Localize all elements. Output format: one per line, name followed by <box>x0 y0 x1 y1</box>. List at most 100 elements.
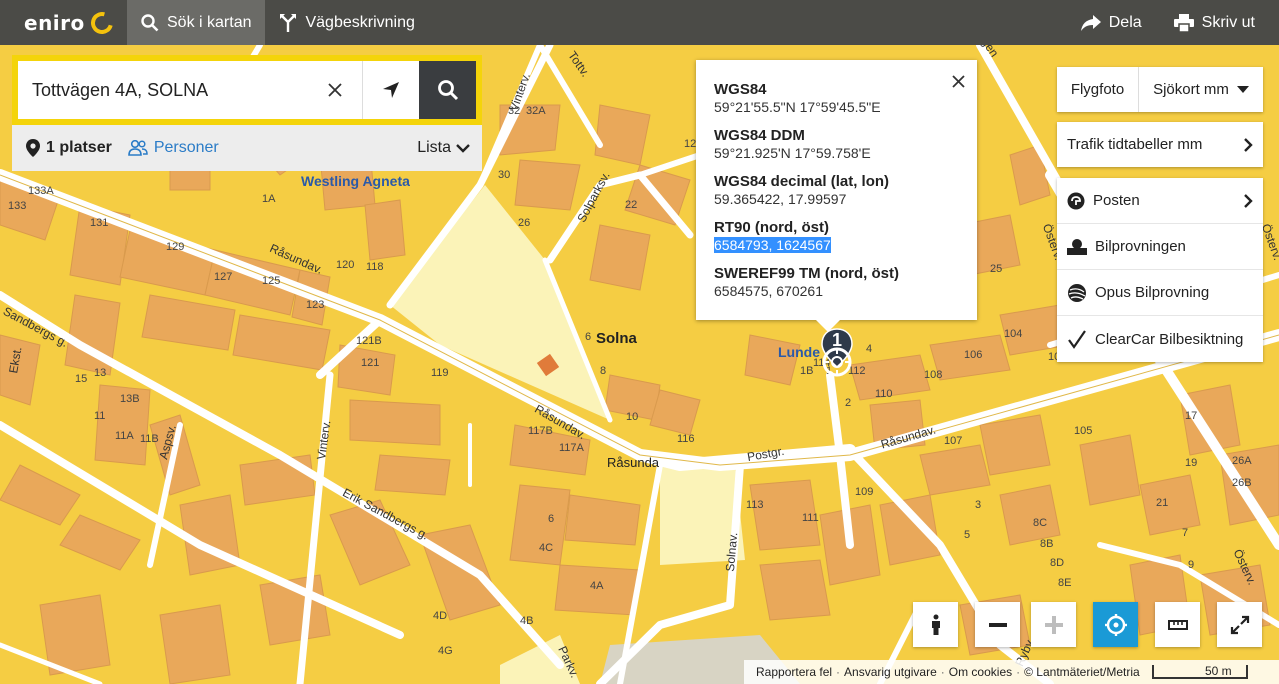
address-number: 113 <box>746 499 764 511</box>
zoom-out-button[interactable] <box>975 602 1020 647</box>
coord-value[interactable]: 59.365422, 17.99597 <box>714 191 959 208</box>
sea-chart-dropdown[interactable]: Sjökort mm <box>1139 67 1263 112</box>
share-button[interactable]: Dela <box>1067 0 1156 45</box>
zoom-in-button[interactable] <box>1031 602 1076 647</box>
coord-value[interactable]: 59°21'55.5"N 17°59'45.5"E <box>714 99 959 116</box>
address-number: 121B <box>356 335 382 347</box>
address-number: 32A <box>526 105 546 117</box>
address-number: 15 <box>75 373 88 385</box>
list-dropdown[interactable]: Lista <box>417 139 470 157</box>
expand-icon <box>1230 615 1249 634</box>
address-number: 25 <box>990 263 1003 275</box>
address-number: 6 <box>548 513 555 525</box>
address-number: 26B <box>1232 477 1252 489</box>
top-bar: eniro Sök i kartan Vägbeskrivning Dela S… <box>0 0 1279 45</box>
coord-title: WGS84 <box>714 81 767 98</box>
address-number: 4A <box>590 580 604 592</box>
coord-value[interactable]: 59°21.925'N 17°59.758'E <box>714 145 959 162</box>
poi-label: ClearCar Bilbesiktning <box>1095 330 1244 348</box>
address-number: 110 <box>875 388 893 400</box>
address-number: 133 <box>8 200 27 212</box>
places-tab[interactable]: 1 platser <box>26 139 112 157</box>
copyright-text: © Lantmäteriet/Metria <box>1024 665 1140 679</box>
address-number: 13 <box>94 367 107 379</box>
address-number: 8 <box>600 365 607 377</box>
location-marker[interactable]: 1 <box>820 327 854 387</box>
aerial-photo-button[interactable]: Flygfoto <box>1057 67 1139 112</box>
clear-search-button[interactable] <box>307 61 363 119</box>
people-tab[interactable]: Personer <box>128 139 219 157</box>
fullscreen-button[interactable] <box>1217 602 1262 647</box>
address-number: 11A <box>115 430 134 442</box>
coord-block-rt90: RT90 (nord, öst) 6584793, 1624567 <box>714 218 959 254</box>
attribution-bar: Rapportera fel · Ansvarig utgivare · Om … <box>744 660 1279 684</box>
coord-block-wgs84-decimal: WGS84 decimal (lat, lon) 59.365422, 17.9… <box>714 172 959 208</box>
publisher-link[interactable]: Ansvarig utgivare <box>844 665 937 679</box>
address-number: 4D <box>433 610 448 622</box>
close-popup-button[interactable] <box>952 75 965 93</box>
street-view-button[interactable] <box>913 602 958 647</box>
address-number: 4C <box>539 542 554 554</box>
share-label: Dela <box>1108 13 1142 31</box>
coord-title: SWEREF99 TM (nord, öst) <box>714 265 899 282</box>
address-number: 17 <box>1185 410 1198 422</box>
crosshair-icon <box>1104 613 1127 636</box>
separator: · <box>940 665 945 679</box>
address-number: 107 <box>944 435 963 447</box>
address-number: 30 <box>498 169 511 181</box>
directions-icon <box>280 13 297 32</box>
eniro-logo[interactable]: eniro <box>0 0 127 45</box>
search-button[interactable] <box>419 61 476 119</box>
poi-label-westling[interactable]: Westling Agneta <box>301 173 410 189</box>
poi-item-bilprovningen[interactable]: Bilprovningen <box>1057 224 1263 270</box>
search-map-label: Sök i kartan <box>167 13 252 31</box>
address-number: 4B <box>520 615 534 627</box>
directions-tab[interactable]: Vägbeskrivning <box>265 0 428 45</box>
selected-text[interactable]: 6584793, 1624567 <box>714 237 831 253</box>
bilprovningen-icon <box>1067 238 1087 255</box>
search-map-tab[interactable]: Sök i kartan <box>127 0 266 45</box>
plus-icon <box>1044 615 1063 634</box>
address-number: 12 <box>684 138 697 150</box>
address-number: 32 <box>508 105 521 117</box>
address-number: 105 <box>1074 425 1093 437</box>
address-number: 6 <box>585 331 592 343</box>
address-number: 10 <box>626 411 639 423</box>
coord-block-sweref99: SWEREF99 TM (nord, öst) 6584575, 670261 <box>714 264 959 300</box>
coord-value-selected[interactable]: 6584793, 1624567 <box>714 237 959 254</box>
result-bar: 1 platser Personer Lista <box>12 125 482 171</box>
print-label: Skriv ut <box>1201 13 1255 31</box>
address-number: 104 <box>1004 328 1023 340</box>
address-number: 13B <box>120 393 140 405</box>
separator: · <box>1016 665 1021 679</box>
poi-label: Bilprovningen <box>1095 238 1186 255</box>
address-number: 8D <box>1050 557 1065 569</box>
search-input[interactable] <box>18 61 307 119</box>
search-box <box>12 55 482 125</box>
measure-button[interactable] <box>1155 602 1200 647</box>
address-number: 127 <box>214 271 233 283</box>
address-number: 11 <box>94 410 106 422</box>
report-error-link[interactable]: Rapportera fel <box>756 665 832 679</box>
coord-title: WGS84 DDM <box>714 127 805 144</box>
poi-item-opus[interactable]: Opus Bilprovning <box>1057 270 1263 316</box>
address-number: 4G <box>438 645 453 657</box>
opus-icon <box>1068 283 1086 302</box>
scale-label: 50 m <box>1205 664 1232 678</box>
poi-item-clearcar[interactable]: ClearCar Bilbesiktning <box>1057 316 1263 362</box>
address-number: 117B <box>528 425 553 437</box>
address-number: 7 <box>1182 527 1189 539</box>
print-button[interactable]: Skriv ut <box>1160 0 1269 45</box>
poi-item-posten[interactable]: Posten <box>1057 178 1263 224</box>
address-number: 133A <box>28 185 54 197</box>
coord-title: WGS84 decimal (lat, lon) <box>714 173 890 190</box>
traffic-timetables-button[interactable]: Trafik tidtabeller mm <box>1057 122 1263 167</box>
locate-me-button[interactable] <box>1093 602 1138 647</box>
address-number: 1A <box>262 193 276 205</box>
cookies-link[interactable]: Om cookies <box>949 665 1012 679</box>
coord-value[interactable]: 6584575, 670261 <box>714 283 959 300</box>
address-number: 26A <box>1232 455 1252 467</box>
my-location-button[interactable] <box>363 61 419 119</box>
directions-label: Vägbeskrivning <box>305 13 415 31</box>
posten-icon <box>1067 192 1085 209</box>
